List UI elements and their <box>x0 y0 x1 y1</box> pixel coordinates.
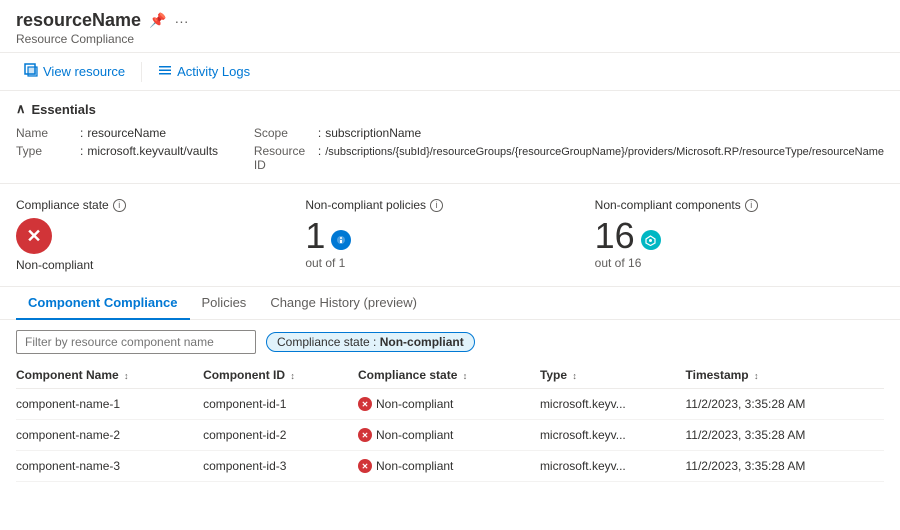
sort-timestamp-icon: ↕ <box>754 371 759 381</box>
table-row: component-name-3 component-id-3 ✕ Non-co… <box>16 451 884 482</box>
view-resource-label: View resource <box>43 64 125 79</box>
compliance-state-badge: Compliance state : Non-compliant <box>266 332 475 352</box>
sort-compliance-state-icon: ↕ <box>463 371 468 381</box>
scope-row: Scope : subscriptionName <box>254 125 884 141</box>
filter-row: Compliance state : Non-compliant <box>0 320 900 362</box>
non-compliant-icon-0: ✕ <box>358 397 372 411</box>
compliance-cards: Compliance state i ✕ Non-compliant Non-c… <box>0 184 900 287</box>
cell-component-id-1: component-id-2 <box>203 420 358 451</box>
name-colon: : <box>80 126 83 140</box>
cell-type-2: microsoft.keyv... <box>540 451 686 482</box>
resource-id-label: Resource ID <box>254 144 314 172</box>
policies-sub-label: out of 1 <box>305 256 570 270</box>
col-type[interactable]: Type ↕ <box>540 362 686 389</box>
tab-policies[interactable]: Policies <box>190 287 259 320</box>
policies-count: 1 <box>305 218 325 254</box>
components-label: Non-compliant components i <box>595 198 860 212</box>
page-header: resourceName 📌 ··· Resource Compliance <box>0 0 900 53</box>
more-options-icon[interactable]: ··· <box>175 13 189 29</box>
component-filter-input[interactable] <box>16 330 256 354</box>
cell-type-0: microsoft.keyv... <box>540 389 686 420</box>
name-value: resourceName <box>87 126 166 140</box>
compliance-state-label: Compliance state i <box>16 198 281 212</box>
activity-logs-label: Activity Logs <box>177 64 250 79</box>
cell-compliance-state-0: ✕ Non-compliant <box>358 389 540 420</box>
policies-info-icon[interactable]: i <box>430 199 443 212</box>
scope-colon: : <box>318 126 321 140</box>
type-colon: : <box>80 144 83 158</box>
non-compliant-x-icon: ✕ <box>16 218 52 254</box>
non-compliant-components-card: Non-compliant components i 16 out of 16 <box>595 198 884 272</box>
activity-logs-icon <box>158 63 172 80</box>
table-row: component-name-1 component-id-1 ✕ Non-co… <box>16 389 884 420</box>
tabs-bar: Component Compliance Policies Change His… <box>0 287 900 320</box>
name-label: Name <box>16 126 76 140</box>
scope-label: Scope <box>254 126 314 140</box>
cell-timestamp-2: 11/2/2023, 3:35:28 AM <box>686 451 885 482</box>
badge-value: Non-compliant <box>380 335 464 349</box>
tab-component-compliance[interactable]: Component Compliance <box>16 287 190 320</box>
view-resource-icon <box>24 63 38 80</box>
sort-component-id-icon: ↕ <box>290 371 295 381</box>
name-row: Name : resourceName <box>16 125 254 141</box>
view-resource-button[interactable]: View resource <box>16 59 133 84</box>
pin-icon[interactable]: 📌 <box>149 12 166 29</box>
table-row: component-name-2 component-id-2 ✕ Non-co… <box>16 420 884 451</box>
cell-type-1: microsoft.keyv... <box>540 420 686 451</box>
cell-component-id-2: component-id-3 <box>203 451 358 482</box>
cell-timestamp-1: 11/2/2023, 3:35:28 AM <box>686 420 885 451</box>
badge-text: Compliance state : <box>277 335 380 349</box>
compliance-state-card: Compliance state i ✕ Non-compliant <box>16 198 305 272</box>
components-count-row: 16 <box>595 218 860 254</box>
resource-name-title: resourceName <box>16 10 141 31</box>
components-info-icon[interactable]: i <box>745 199 758 212</box>
sort-component-name-icon: ↕ <box>124 371 129 381</box>
activity-logs-button[interactable]: Activity Logs <box>150 59 258 84</box>
tab-change-history[interactable]: Change History (preview) <box>258 287 429 320</box>
type-row: Type : microsoft.keyvault/vaults <box>16 143 254 173</box>
non-compliant-icon-2: ✕ <box>358 459 372 473</box>
cell-compliance-state-2: ✕ Non-compliant <box>358 451 540 482</box>
essentials-grid: Name : resourceName Scope : subscription… <box>16 125 884 173</box>
components-count: 16 <box>595 218 635 254</box>
policies-label: Non-compliant policies i <box>305 198 570 212</box>
cell-component-id-0: component-id-1 <box>203 389 358 420</box>
essentials-title: Essentials <box>32 102 96 117</box>
type-value: microsoft.keyvault/vaults <box>87 144 218 158</box>
non-compliant-policies-card: Non-compliant policies i 1 out of 1 <box>305 198 594 272</box>
components-sub-label: out of 16 <box>595 256 860 270</box>
scope-value: subscriptionName <box>325 126 421 140</box>
col-component-id[interactable]: Component ID ↕ <box>203 362 358 389</box>
cell-timestamp-0: 11/2/2023, 3:35:28 AM <box>686 389 885 420</box>
compliance-state-info-icon[interactable]: i <box>113 199 126 212</box>
non-compliant-icon-1: ✕ <box>358 428 372 442</box>
essentials-section: ∧ Essentials Name : resourceName Scope :… <box>0 91 900 184</box>
toolbar-divider <box>141 62 142 82</box>
resource-id-row: Resource ID : /subscriptions/{subId}/res… <box>254 143 884 173</box>
collapse-icon: ∧ <box>16 101 26 117</box>
page-subtitle: Resource Compliance <box>16 32 884 46</box>
component-count-icon <box>641 230 661 250</box>
policies-count-row: 1 <box>305 218 570 254</box>
policy-count-icon <box>331 230 351 250</box>
non-compliant-label: Non-compliant <box>16 258 281 272</box>
cell-compliance-state-1: ✕ Non-compliant <box>358 420 540 451</box>
toolbar: View resource Activity Logs <box>0 53 900 91</box>
col-compliance-state[interactable]: Compliance state ↕ <box>358 362 540 389</box>
resource-id-colon: : <box>318 144 321 158</box>
col-timestamp[interactable]: Timestamp ↕ <box>686 362 885 389</box>
cell-component-name-2: component-name-3 <box>16 451 203 482</box>
type-label: Type <box>16 144 76 158</box>
col-component-name[interactable]: Component Name ↕ <box>16 362 203 389</box>
table-header-row: Component Name ↕ Component ID ↕ Complian… <box>16 362 884 389</box>
component-compliance-table: Component Name ↕ Component ID ↕ Complian… <box>0 362 900 482</box>
essentials-header[interactable]: ∧ Essentials <box>16 101 884 117</box>
resource-id-value: /subscriptions/{subId}/resourceGroups/{r… <box>325 146 884 158</box>
cell-component-name-1: component-name-2 <box>16 420 203 451</box>
sort-type-icon: ↕ <box>572 371 577 381</box>
cell-component-name-0: component-name-1 <box>16 389 203 420</box>
